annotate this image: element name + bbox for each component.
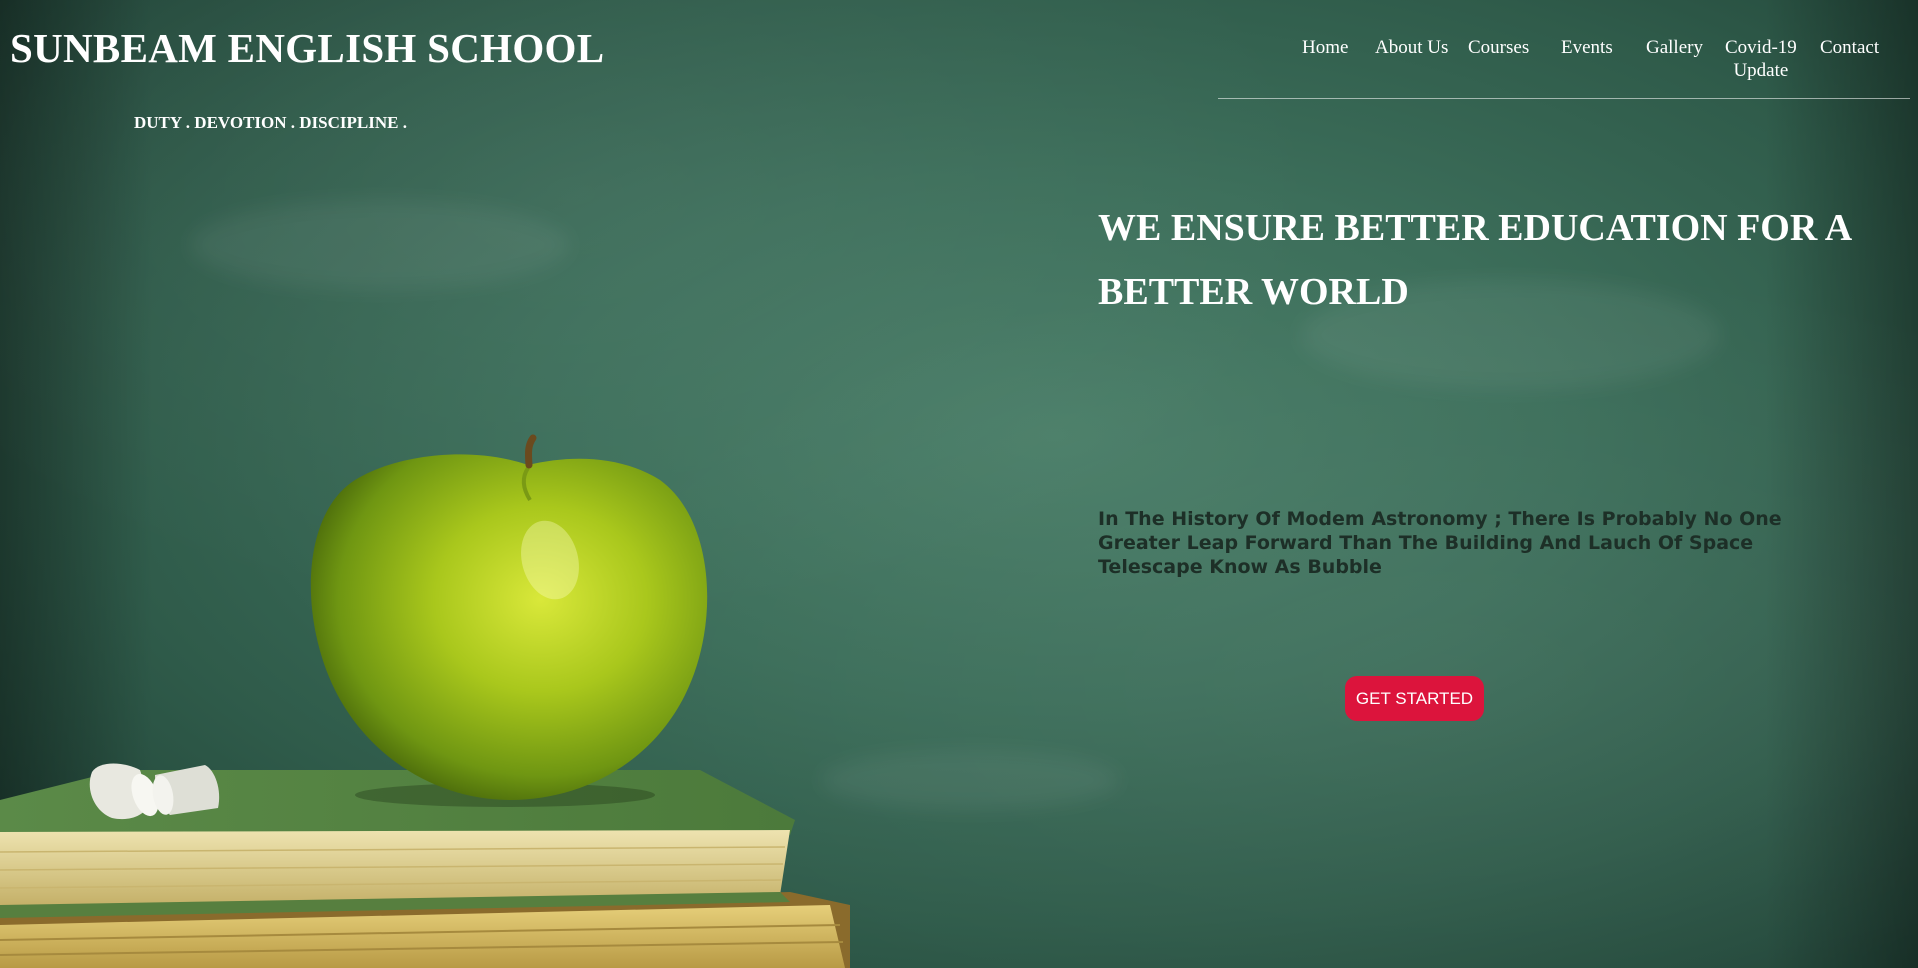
tagline: DUTY . DEVOTION . DISCIPLINE . — [134, 113, 407, 132]
nav-home[interactable]: Home — [1302, 36, 1348, 59]
main-nav: Home About Us Courses Events Gallery Cov… — [1218, 34, 1910, 99]
hero-heading: WE ENSURE BETTER EDUCATION FOR A BETTER … — [1098, 207, 1851, 313]
nav-courses[interactable]: Courses — [1468, 36, 1529, 59]
chalk-pieces — [89, 763, 220, 820]
hero-text: In The History Of Modem Astronomy ; Ther… — [1098, 508, 1782, 578]
nav-contact[interactable]: Contact — [1820, 36, 1879, 59]
nav-about-us[interactable]: About Us — [1375, 36, 1448, 59]
lower-book — [0, 892, 850, 968]
chalk-smudge — [190, 200, 570, 290]
apple-on-books-illustration — [0, 434, 850, 968]
apple-icon — [310, 434, 708, 807]
upper-book — [0, 770, 795, 918]
get-started-button[interactable]: GET STARTED — [1345, 676, 1484, 721]
chalkboard-background — [0, 0, 1918, 968]
chalk-smudge — [820, 750, 1120, 810]
nav-covid-update[interactable]: Covid-19 Update — [1725, 36, 1797, 82]
nav-gallery[interactable]: Gallery — [1646, 36, 1703, 59]
nav-events[interactable]: Events — [1561, 36, 1613, 59]
site-title: SUNBEAM ENGLISH SCHOOL — [10, 25, 605, 71]
